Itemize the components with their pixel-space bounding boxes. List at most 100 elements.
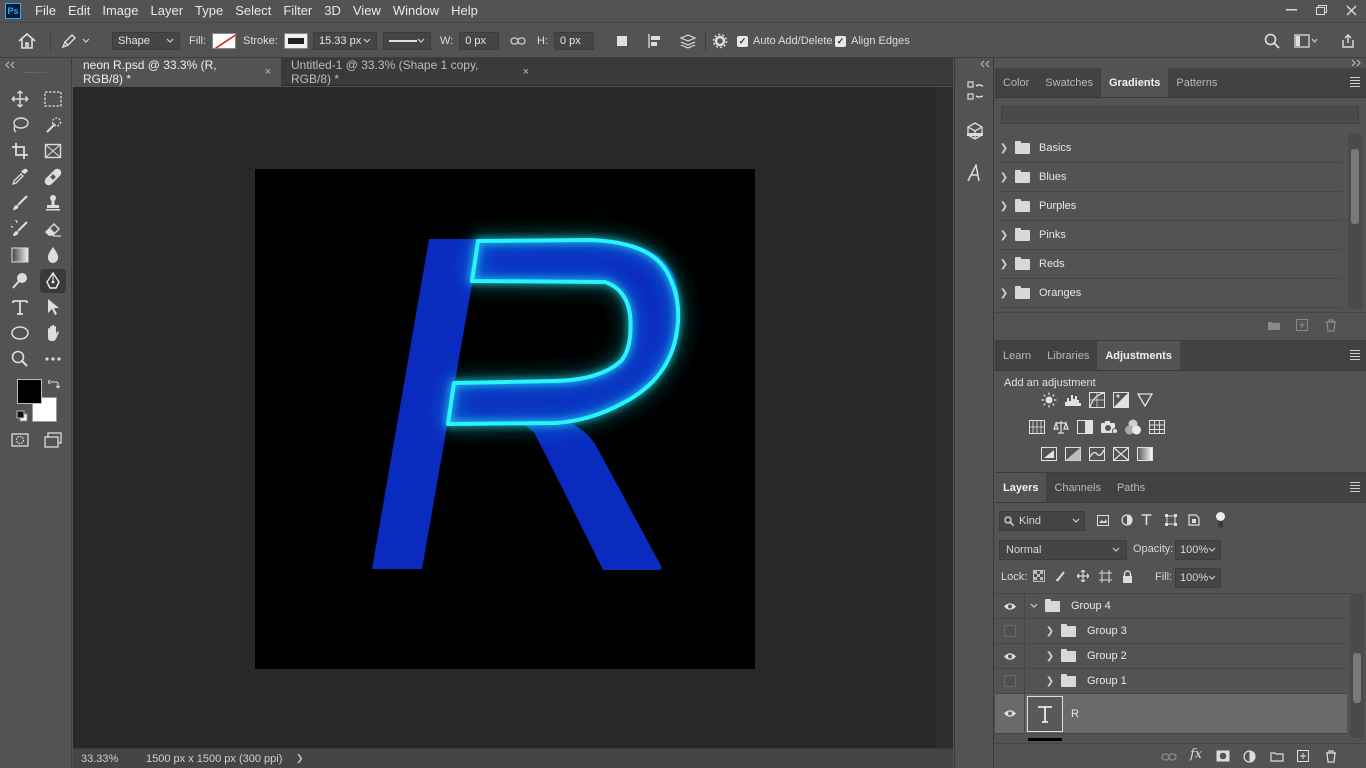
stroke-swatch[interactable] [283, 33, 308, 49]
selective-color-button[interactable] [1112, 446, 1130, 462]
color-balance-button[interactable] [1052, 419, 1070, 435]
panel-menu-icon[interactable] [1350, 77, 1360, 87]
levels-button[interactable] [1064, 392, 1082, 408]
stroke-style-select[interactable] [383, 32, 431, 50]
filter-adjustment-icon[interactable] [1121, 514, 1133, 526]
new-folder-icon[interactable] [1267, 320, 1281, 331]
tab-channels[interactable]: Channels [1046, 473, 1108, 502]
workspace-button[interactable] [1294, 23, 1318, 59]
spot-healing-brush-tool[interactable] [40, 165, 66, 189]
align-edges-checkbox[interactable]: ✓ Align Edges [835, 23, 910, 59]
clone-stamp-tool[interactable] [40, 191, 66, 215]
ellipse-tool[interactable] [7, 321, 33, 345]
menu-3d[interactable]: 3D [318, 0, 347, 22]
new-layer-icon[interactable] [1297, 750, 1309, 762]
rectangular-marquee-tool[interactable] [40, 87, 66, 111]
filter-shape-icon[interactable] [1165, 514, 1177, 526]
dodge-tool[interactable] [7, 269, 33, 293]
menu-window[interactable]: Window [387, 0, 445, 22]
visibility-toggle[interactable] [995, 594, 1025, 619]
layer-style-fx-icon[interactable]: fx [1190, 747, 1202, 762]
tab-patterns[interactable]: Patterns [1168, 68, 1225, 97]
layer-group-2[interactable]: ❯ Group 2 [995, 643, 1347, 669]
document-tab-untitled-1[interactable]: Untitled-1 @ 33.3% (Shape 1 copy, RGB/8)… [281, 58, 539, 86]
hand-tool[interactable] [40, 321, 66, 345]
3d-panel-button[interactable] [963, 119, 987, 143]
panel-menu-icon[interactable] [1350, 482, 1360, 492]
menu-type[interactable]: Type [189, 0, 229, 22]
restore-button[interactable] [1306, 0, 1336, 20]
tab-libraries[interactable]: Libraries [1039, 341, 1097, 370]
link-layers-icon[interactable] [1161, 752, 1177, 762]
filter-smart-object-icon[interactable] [1188, 514, 1200, 526]
gradient-folder-basics[interactable]: ❯ Basics [999, 134, 1343, 163]
menu-file[interactable]: File [29, 0, 62, 22]
eraser-tool[interactable] [40, 217, 66, 241]
pen-settings-button[interactable] [712, 23, 728, 59]
swap-colors-icon[interactable] [48, 378, 60, 390]
collapse-panel-icon[interactable] [4, 61, 16, 69]
new-group-icon[interactable] [1270, 751, 1284, 762]
share-button[interactable] [1340, 23, 1356, 59]
default-colors-icon[interactable] [16, 410, 28, 422]
close-window-button[interactable] [1336, 0, 1366, 20]
frame-tool[interactable] [40, 139, 66, 163]
status-menu-arrow[interactable]: ❯ [296, 753, 304, 764]
photo-filter-button[interactable] [1100, 419, 1118, 435]
tab-learn[interactable]: Learn [995, 341, 1039, 370]
stroke-width-input[interactable]: 15.33 px [313, 32, 377, 50]
quick-mask-button[interactable] [7, 428, 33, 452]
gradient-folder-blues[interactable]: ❯ Blues [999, 163, 1343, 192]
path-operations-button[interactable] [615, 23, 629, 59]
expand-panel-icon[interactable] [1350, 59, 1362, 67]
visibility-toggle[interactable] [995, 618, 1025, 644]
gradient-folder-pinks[interactable]: ❯ Pinks [999, 221, 1343, 250]
close-icon[interactable]: × [265, 66, 271, 78]
foreground-color-swatch[interactable] [17, 379, 42, 404]
character-panel-button[interactable] [963, 161, 987, 185]
close-icon[interactable]: × [523, 66, 529, 78]
menu-select[interactable]: Select [229, 0, 277, 22]
filter-toggle-switch[interactable] [1216, 512, 1225, 530]
history-panel-button[interactable] [963, 79, 987, 103]
add-mask-icon[interactable] [1216, 750, 1230, 762]
blur-tool[interactable] [40, 243, 66, 267]
edit-toolbar-button[interactable] [40, 347, 66, 371]
home-button[interactable] [17, 23, 37, 59]
minimize-button[interactable] [1276, 0, 1306, 20]
fill-swatch[interactable] [212, 33, 237, 49]
zoom-tool[interactable] [7, 347, 33, 371]
gradient-map-button[interactable] [1136, 446, 1154, 462]
panel-menu-icon[interactable] [1350, 350, 1360, 360]
tab-color[interactable]: Color [995, 68, 1037, 97]
tool-mode-select[interactable]: Shape [112, 32, 180, 50]
channel-mixer-button[interactable] [1124, 419, 1142, 435]
visibility-toggle[interactable] [995, 668, 1025, 694]
screen-mode-button[interactable] [40, 428, 66, 452]
tab-paths[interactable]: Paths [1109, 473, 1153, 502]
layer-r-text[interactable]: R [995, 693, 1347, 734]
lock-transparent-pixels-icon[interactable] [1033, 570, 1045, 582]
path-arrangement-button[interactable] [678, 23, 698, 59]
visibility-toggle[interactable] [995, 693, 1025, 734]
layer-group-1[interactable]: ❯ Group 1 [995, 668, 1347, 694]
chevron-right-icon[interactable]: ❯ [1045, 626, 1055, 637]
brush-tool[interactable] [7, 191, 33, 215]
gradient-folder-reds[interactable]: ❯ Reds [999, 250, 1343, 279]
layer-group-3[interactable]: ❯ Group 3 [995, 618, 1347, 644]
visibility-toggle[interactable] [995, 643, 1025, 669]
menu-layer[interactable]: Layer [145, 0, 190, 22]
fill-input[interactable]: 100% [1175, 568, 1221, 588]
eyedropper-tool[interactable] [7, 165, 33, 189]
height-input[interactable]: 0 px [554, 32, 594, 50]
blend-mode-select[interactable]: Normal [999, 540, 1127, 560]
opacity-input[interactable]: 100% [1175, 540, 1221, 560]
path-selection-tool[interactable] [40, 295, 66, 319]
gradient-tool[interactable] [7, 243, 33, 267]
exposure-button[interactable] [1112, 392, 1130, 408]
trash-icon[interactable] [1325, 750, 1337, 763]
new-adjustment-layer-icon[interactable] [1243, 750, 1256, 763]
auto-add-delete-checkbox[interactable]: ✓ Auto Add/Delete [737, 23, 833, 59]
menu-help[interactable]: Help [445, 0, 484, 22]
search-button[interactable] [1264, 23, 1280, 59]
